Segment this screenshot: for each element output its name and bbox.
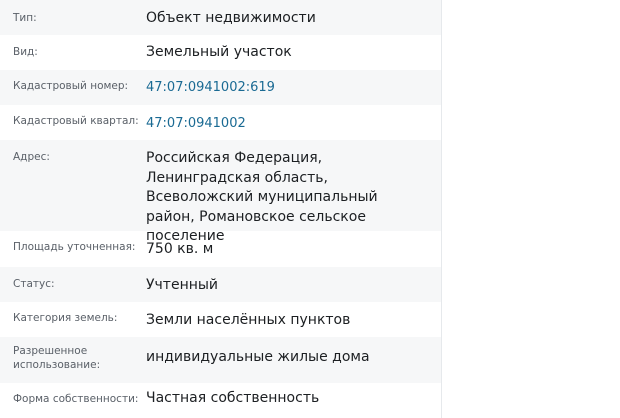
empty-area xyxy=(443,0,620,418)
property-label: Категория земель: xyxy=(13,312,118,324)
property-label: Кадастровый номер: xyxy=(13,80,129,92)
property-row-status: Статус: Учтенный xyxy=(0,267,441,302)
property-row-address: Адрес: Российская Федерация, Ленинградск… xyxy=(0,140,441,244)
property-label: Адрес: xyxy=(13,151,50,163)
property-label: Вид: xyxy=(13,46,38,58)
property-row-land-category: Категория земель: Земли населённых пункт… xyxy=(0,302,441,337)
property-value: Учтенный xyxy=(146,277,219,293)
property-row-kind: Вид: Земельный участок xyxy=(0,35,441,70)
property-value: Объект недвижимости xyxy=(146,10,316,26)
property-label: Тип: xyxy=(13,12,37,24)
property-label: Разрешенное использование: xyxy=(13,345,101,371)
property-value: Земли населённых пунктов xyxy=(146,312,351,328)
property-value: Частная собственность xyxy=(146,390,320,406)
property-row-cadastral-number: Кадастровый номер: 47:07:0941002:619 xyxy=(0,70,441,105)
property-details-panel: Тип: Объект недвижимости Вид: Земельный … xyxy=(0,0,442,418)
property-row-ownership: Форма собственности: Частная собственнос… xyxy=(0,383,441,418)
property-label: Статус: xyxy=(13,278,55,290)
property-row-cadastral-quarter: Кадастровый квартал: 47:07:0941002 xyxy=(0,105,441,140)
property-label: Кадастровый квартал: xyxy=(13,115,139,127)
cadastral-number-link[interactable]: 47:07:0941002:619 xyxy=(146,78,428,98)
property-label: Форма собственности: xyxy=(13,393,139,405)
property-row-permitted-use: Разрешенное использование: индивидуальны… xyxy=(0,337,441,383)
property-value: Земельный участок xyxy=(146,44,292,60)
property-value-address: Российская Федерация, Ленинградская обла… xyxy=(146,150,378,244)
property-value: 750 кв. м xyxy=(146,241,214,257)
property-label: Площадь уточненная: xyxy=(13,241,136,253)
cadastral-quarter-link[interactable]: 47:07:0941002 xyxy=(146,114,428,134)
property-value: индивидуальные жилые дома xyxy=(146,349,370,365)
property-row-type: Тип: Объект недвижимости xyxy=(0,0,441,35)
